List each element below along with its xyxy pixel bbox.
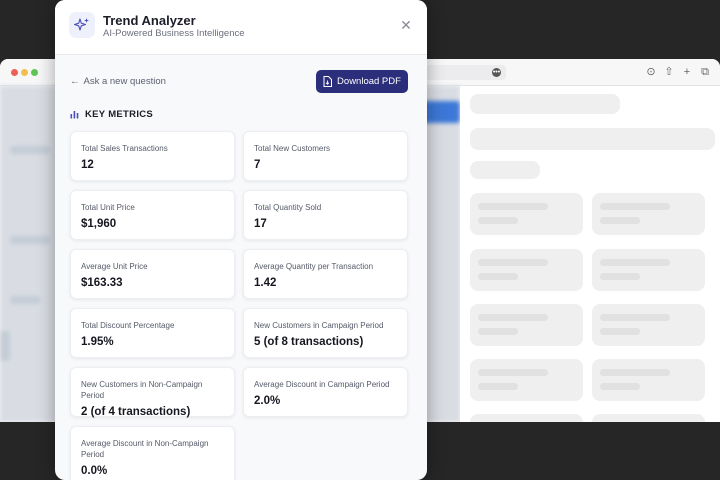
- metric-card: Average Unit Price $163.33: [70, 249, 235, 299]
- metric-label: Total Sales Transactions: [81, 144, 168, 153]
- metric-label: Average Discount in Campaign Period: [254, 380, 390, 389]
- loading-placeholder-panel: [460, 86, 720, 422]
- metric-value: 0.0%: [81, 465, 108, 477]
- metric-value: $163.33: [81, 277, 123, 289]
- metric-label: Total Quantity Sold: [254, 203, 322, 212]
- share-icon[interactable]: ⇧: [663, 66, 675, 78]
- ask-new-question-label: Ask a new question: [83, 76, 166, 87]
- metric-value: 1.42: [254, 277, 277, 289]
- metric-value: 7: [254, 159, 261, 171]
- metric-card: Total New Customers 7: [243, 131, 408, 181]
- metric-card: Average Discount in Non-Campaign Period …: [70, 426, 235, 480]
- metric-card: Total Discount Percentage 1.95%: [70, 308, 235, 358]
- document-icon: [323, 76, 333, 87]
- ask-new-question-link[interactable]: ← Ask a new question: [70, 76, 166, 87]
- metric-value: $1,960: [81, 218, 117, 230]
- new-tab-icon[interactable]: +: [681, 66, 693, 78]
- app-title: Trend Analyzer: [103, 13, 196, 28]
- metric-card: New Customers in Campaign Period 5 (of 8…: [243, 308, 408, 358]
- metric-card: Average Quantity per Transaction 1.42: [243, 249, 408, 299]
- metric-label: Average Quantity per Transaction: [254, 262, 374, 271]
- close-icon[interactable]: ✕: [399, 18, 413, 32]
- tabs-overview-icon[interactable]: ⧉: [699, 66, 711, 78]
- metric-card: New Customers in Non-Campaign Period 2 (…: [70, 367, 235, 418]
- maximize-window-button[interactable]: [31, 69, 38, 76]
- download-pdf-label: Download PDF: [337, 76, 401, 87]
- app-subtitle: AI-Powered Business Intelligence: [103, 28, 245, 39]
- trend-analyzer-panel: Trend Analyzer AI-Powered Business Intel…: [55, 0, 427, 480]
- metric-value: 12: [81, 159, 94, 171]
- metric-label: Total New Customers: [254, 144, 331, 153]
- key-metrics-title: KEY METRICS: [85, 109, 154, 120]
- download-icon[interactable]: ⊙: [645, 66, 657, 78]
- metric-value: 1.95%: [81, 336, 114, 348]
- metric-value: 5 (of 8 transactions): [254, 336, 364, 348]
- key-metrics-heading: KEY METRICS: [70, 109, 153, 120]
- metric-value: 2.0%: [254, 395, 281, 407]
- minimize-window-button[interactable]: [21, 69, 28, 76]
- metric-card: Total Quantity Sold 17: [243, 190, 408, 240]
- metric-card: Total Unit Price $1,960: [70, 190, 235, 240]
- arrow-left-icon: ←: [70, 76, 80, 87]
- close-window-button[interactable]: [11, 69, 18, 76]
- more-icon[interactable]: •••: [492, 68, 501, 77]
- metric-label: Average Discount in Non-Campaign Period: [81, 439, 209, 459]
- metric-value: 17: [254, 218, 267, 230]
- bar-chart-icon: [70, 111, 79, 119]
- download-pdf-button[interactable]: Download PDF: [316, 70, 408, 93]
- metric-label: Average Unit Price: [81, 262, 148, 271]
- metric-label: New Customers in Non-Campaign Period: [81, 380, 203, 400]
- panel-header: Trend Analyzer AI-Powered Business Intel…: [55, 0, 427, 55]
- metric-card: Total Sales Transactions 12: [70, 131, 235, 181]
- sparkle-icon: [69, 12, 95, 38]
- metric-label: Total Discount Percentage: [81, 321, 175, 330]
- metric-label: Total Unit Price: [81, 203, 135, 212]
- metric-value: 2 (of 4 transactions): [81, 406, 191, 418]
- metric-label: New Customers in Campaign Period: [254, 321, 384, 330]
- metric-card: Average Discount in Campaign Period 2.0%: [243, 367, 408, 417]
